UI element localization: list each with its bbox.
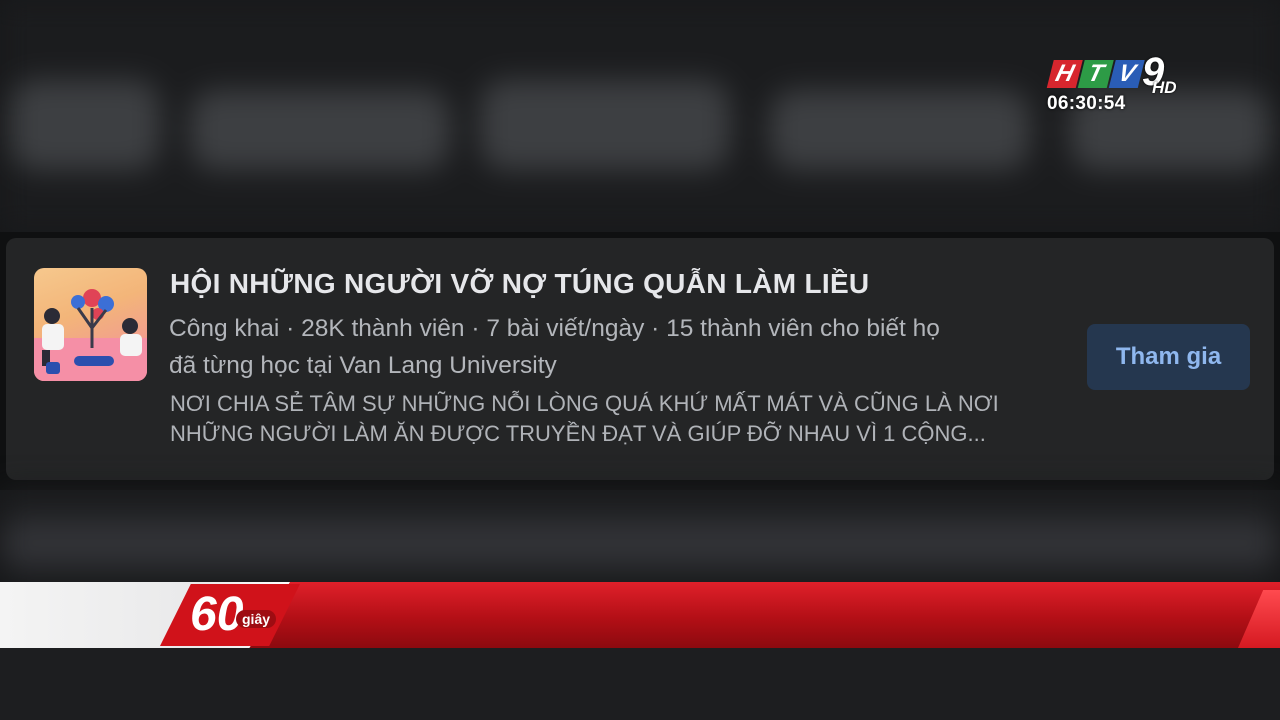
group-description-line: NHỮNG NGƯỜI LÀM ĂN ĐƯỢC TRUYỀN ĐẠT VÀ GI… [170, 421, 986, 446]
group-cover-thumbnail[interactable] [34, 268, 147, 381]
lower-third-shadow [0, 648, 1280, 720]
blurred-background-bottom [0, 488, 1280, 584]
group-name[interactable]: HỘI NHỮNG NGƯỜI VỠ NỢ TÚNG QUẪN LÀM LIỀU [170, 268, 869, 300]
segment-number: 60 [190, 588, 244, 641]
group-description: NƠI CHIA SẺ TÂM SỰ NHỮNG NỖI LÒNG QUÁ KH… [170, 389, 1070, 449]
segment-logo: 60 giây [160, 584, 300, 646]
channel-letter: T [1077, 60, 1114, 88]
channel-letter: V [1108, 60, 1145, 88]
channel-letters: H T V [1046, 60, 1146, 90]
segment-word: giây [236, 610, 277, 628]
group-meta-line: đã từng học tại Van Lang University [169, 352, 557, 379]
channel-quality: HD [1152, 78, 1177, 97]
blurred-background-top [0, 0, 1280, 232]
group-meta: Công khai · 28K thành viên · 7 bài viết/… [169, 310, 1069, 384]
channel-letter: H [1046, 60, 1083, 88]
video-frame: HỘI NHỮNG NGƯỜI VỠ NỢ TÚNG QUẪN LÀM LIỀU… [0, 0, 1280, 720]
group-description-line: NƠI CHIA SẺ TÂM SỰ NHỮNG NỖI LÒNG QUÁ KH… [170, 391, 999, 416]
group-illustration-icon [34, 289, 147, 381]
join-group-button[interactable]: Tham gia [1087, 324, 1250, 390]
broadcast-clock: 06:30:54 [1047, 93, 1126, 114]
group-meta-line: Công khai · 28K thành viên · 7 bài viết/… [169, 315, 940, 342]
